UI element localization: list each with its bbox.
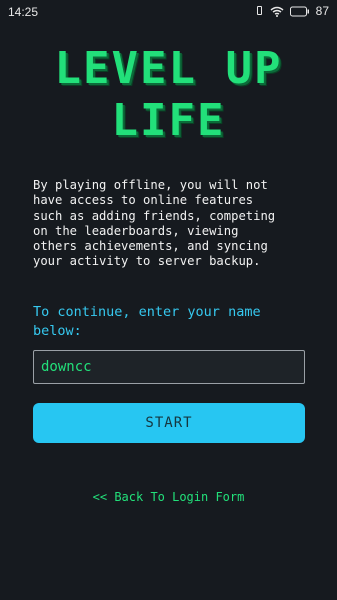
vibrate-icon: [255, 5, 264, 17]
app-title-line2: LIFE: [111, 95, 226, 146]
offline-info-text: By playing offline, you will not have ac…: [33, 178, 276, 269]
battery-icon: [289, 6, 310, 17]
back-to-login-link[interactable]: << Back To Login Form: [0, 490, 337, 504]
name-prompt-text: To continue, enter your name below:: [33, 304, 261, 339]
name-input[interactable]: [33, 350, 305, 384]
status-bar: 14:25 87: [0, 0, 337, 24]
app-title-line1: LEVEL UP: [54, 43, 283, 94]
start-button[interactable]: START: [33, 403, 305, 443]
status-time: 14:25: [8, 5, 39, 19]
status-icons: 87: [255, 4, 329, 18]
battery-level: 87: [315, 4, 329, 18]
wifi-icon: [270, 6, 284, 17]
